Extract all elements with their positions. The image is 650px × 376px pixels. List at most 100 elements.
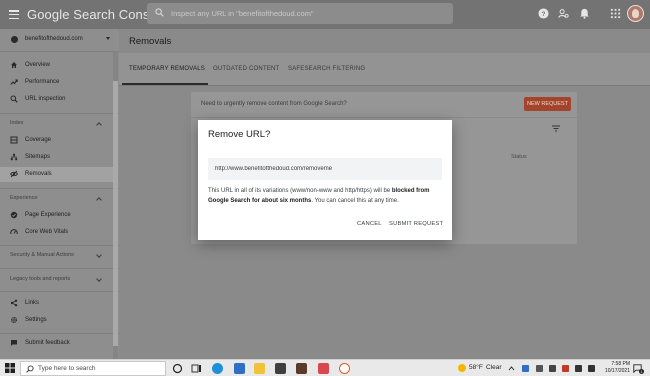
search-icon <box>10 95 18 103</box>
sidebar-item-settings[interactable]: Settings <box>0 313 113 328</box>
photos-icon[interactable] <box>318 363 329 376</box>
sidebar-item-submit-feedback[interactable]: Submit feedback <box>0 336 113 351</box>
cancel-button[interactable]: CANCEL <box>357 221 382 227</box>
tab-temporary-removals[interactable]: TEMPORARY REMOVALS <box>129 66 205 72</box>
card-prompt: Need to urgently remove content from Goo… <box>201 101 347 107</box>
tab-outdated-content[interactable]: OUTDATED CONTENT <box>213 66 279 72</box>
speed-icon <box>10 229 18 235</box>
sidebar-item-coverage[interactable]: Coverage <box>0 133 113 148</box>
manage-users-icon[interactable] <box>558 8 569 19</box>
divider <box>0 188 119 189</box>
new-request-button[interactable]: NEW REQUEST <box>524 97 571 111</box>
search-icon <box>155 8 164 17</box>
app-icon[interactable] <box>296 363 307 374</box>
top-app-bar: Google Search Console ? <box>0 0 650 29</box>
section-label: Experience <box>10 195 38 201</box>
submit-request-button[interactable]: SUBMIT REQUEST <box>389 221 443 227</box>
property-name: benefitofthedoud.com <box>25 36 83 42</box>
battery-icon[interactable] <box>536 365 543 372</box>
network-icon[interactable] <box>549 365 556 372</box>
help-icon[interactable]: ? <box>538 8 549 19</box>
dialog-title: Remove URL? <box>208 129 271 140</box>
search-input[interactable] <box>171 3 441 24</box>
system-clock[interactable]: 7:58 PM 10/17/2021 <box>600 361 630 375</box>
divider <box>191 117 577 118</box>
sidebar: benefitofthedoud.com Overview Performanc… <box>0 29 119 359</box>
sidebar-item-label: Removals <box>25 171 52 177</box>
gear-icon <box>11 317 17 323</box>
chevron-down-icon <box>96 276 102 282</box>
sidebar-item-label: Page Experience <box>25 212 71 218</box>
search-icon <box>26 365 34 373</box>
sidebar-item-overview[interactable]: Overview <box>0 58 113 73</box>
section-label: Security & Manual Actions <box>10 252 74 258</box>
feedback-icon <box>11 340 17 346</box>
property-selector[interactable]: benefitofthedoud.com <box>0 29 119 51</box>
divider <box>0 268 119 269</box>
dialog-body: This URL in all of its variations (www/n… <box>208 187 444 206</box>
account-avatar[interactable] <box>627 5 644 22</box>
sidebar-item-url-inspection[interactable]: URL inspection <box>0 92 113 107</box>
coverage-icon <box>10 136 18 144</box>
svg-text:?: ? <box>542 11 546 18</box>
weather-temp[interactable]: 58°F <box>469 364 483 371</box>
mail-icon[interactable] <box>234 363 245 374</box>
tab-safesearch-filtering[interactable]: SAFESEARCH FILTERING <box>288 66 365 72</box>
sidebar-item-core-web-vitals[interactable]: Core Web Vitals <box>0 225 113 240</box>
filter-icon[interactable] <box>552 125 560 132</box>
apps-grid-icon[interactable] <box>610 8 621 19</box>
remove-url-dialog: Remove URL? This URL in all of its varia… <box>198 120 452 240</box>
divider <box>0 113 119 114</box>
notifications-bell-icon[interactable] <box>579 8 590 19</box>
sidebar-item-performance[interactable]: Performance <box>0 75 113 90</box>
cortana-icon[interactable] <box>172 363 183 374</box>
column-header-status[interactable]: Status <box>511 154 527 160</box>
home-icon <box>11 62 17 68</box>
removals-icon <box>10 170 18 178</box>
edge-browser-icon[interactable] <box>212 363 223 376</box>
clock-date: 10/17/2021 <box>604 368 630 374</box>
security-shield-icon[interactable] <box>562 365 569 372</box>
url-field[interactable] <box>208 158 442 180</box>
url-inspection-search[interactable] <box>147 3 453 24</box>
sitemap-icon <box>10 153 18 161</box>
divider <box>0 245 119 246</box>
sidebar-item-label: Submit feedback <box>25 340 70 346</box>
sidebar-item-label: Overview <box>25 62 51 68</box>
section-experience[interactable]: Experience <box>0 193 113 205</box>
sidebar-item-page-experience[interactable]: Page Experience <box>0 208 113 223</box>
section-legacy-tools[interactable]: Legacy tools and reports <box>0 274 113 286</box>
section-security-manual-actions[interactable]: Security & Manual Actions <box>0 250 113 262</box>
tray-app-icon[interactable] <box>522 365 529 372</box>
sidebar-scrollbar[interactable] <box>113 51 118 359</box>
divider <box>0 291 119 292</box>
sidebar-item-removals[interactable]: Removals <box>0 167 113 182</box>
file-explorer-icon[interactable] <box>254 363 265 374</box>
section-index[interactable]: Index <box>0 118 113 130</box>
volume-icon[interactable] <box>575 365 582 372</box>
menu-icon[interactable] <box>9 8 19 20</box>
chrome-browser-icon[interactable] <box>339 363 350 374</box>
divider <box>0 51 119 52</box>
sidebar-item-label: Performance <box>25 79 60 85</box>
sidebar-item-label: Settings <box>25 317 47 323</box>
chevron-down-icon <box>96 252 102 258</box>
windows-start-icon[interactable] <box>5 363 15 373</box>
chevron-up-icon[interactable] <box>508 365 515 372</box>
scrollbar-thumb[interactable] <box>113 81 118 346</box>
taskbar-search[interactable] <box>20 361 166 376</box>
chevron-up-icon <box>96 197 102 203</box>
sidebar-item-label: Sitemaps <box>25 154 51 160</box>
weather-desc[interactable]: Clear <box>486 364 502 371</box>
store-icon[interactable] <box>275 363 286 374</box>
weather-moon-icon[interactable] <box>458 364 466 372</box>
active-tab-indicator <box>122 83 208 85</box>
taskbar-search-input[interactable] <box>38 362 163 375</box>
section-label: Index <box>10 120 24 126</box>
sidebar-item-label: Links <box>25 300 40 306</box>
tab-bar: TEMPORARY REMOVALS OUTDATED CONTENT SAFE… <box>119 53 650 86</box>
task-view-icon[interactable] <box>191 363 202 374</box>
sidebar-item-links[interactable]: Links <box>0 296 113 311</box>
wifi-icon[interactable] <box>588 365 595 372</box>
sidebar-item-sitemaps[interactable]: Sitemaps <box>0 150 113 165</box>
